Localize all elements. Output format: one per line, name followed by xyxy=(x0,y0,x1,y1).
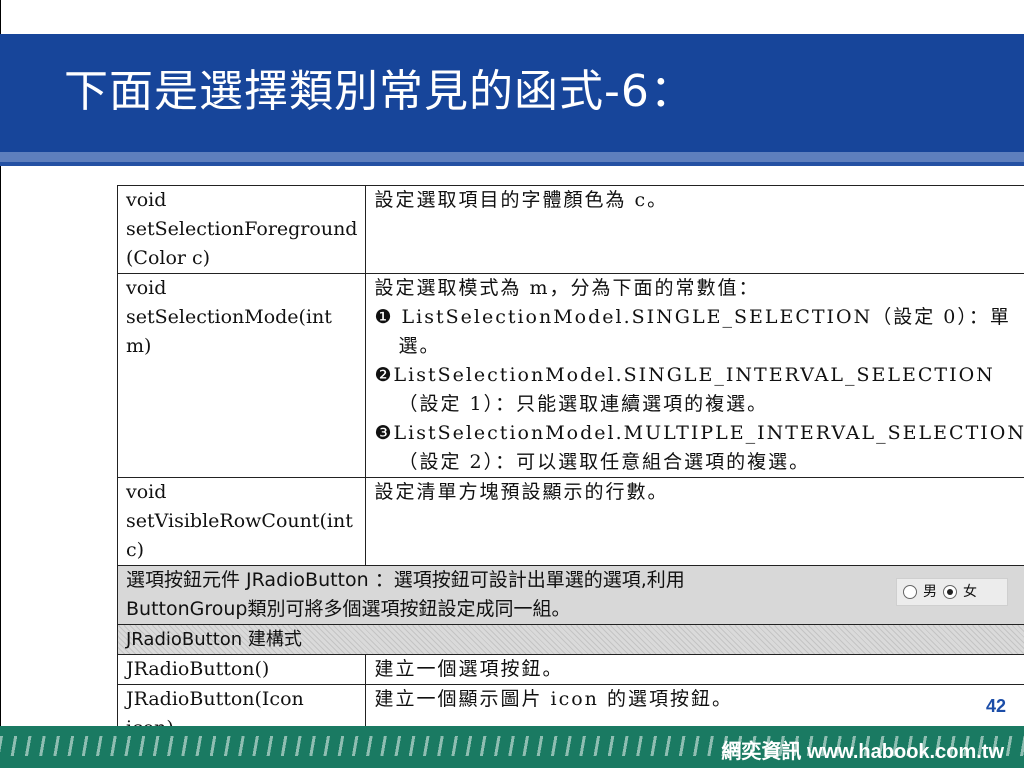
radio-female-icon[interactable] xyxy=(942,585,957,599)
table-row: void setVisibleRowCount(int c) 設定清單方塊預設顯… xyxy=(116,477,1024,566)
method-cell: void setSelectionForeground (Color c) xyxy=(116,185,367,274)
footer-banner: 網奕資訊 www.habook.com.tw xyxy=(0,726,1024,768)
constructor-desc: 建立一個選項按鈕。 xyxy=(365,654,1024,685)
desc-intro: 設定選取模式為 m，分為下面的常數值： xyxy=(374,277,760,299)
list-item: ❸ListSelectionModel.MULTIPLE_INTERVAL_SE… xyxy=(374,422,1024,473)
radio-section-row: 選項按鈕元件 JRadioButton ：選項按鈕可設計出單選的選項,利用 Bu… xyxy=(117,565,1024,625)
method-cell: void setVisibleRowCount(int c) xyxy=(116,477,367,566)
method-cell: void setSelectionMode(int m) xyxy=(116,273,367,478)
desc-cell: 設定清單方塊預設顯示的行數。 xyxy=(365,477,1024,566)
radio-female-label: 女 xyxy=(962,583,977,600)
radio-section-text: 選項按鈕元件 JRadioButton ：選項按鈕可設計出單選的選項,利用 Bu… xyxy=(126,569,685,620)
table-row: JRadioButton() 建立一個選項按鈕。 xyxy=(116,654,1024,685)
desc-cell: 設定選取模式為 m，分為下面的常數值： ❶ ListSelectionModel… xyxy=(365,273,1024,478)
constructor-header-row: JRadioButton 建構式 xyxy=(117,624,1024,655)
radio-male-icon[interactable] xyxy=(902,585,917,599)
radio-section-cell: 選項按鈕元件 JRadioButton ：選項按鈕可設計出單選的選項,利用 Bu… xyxy=(117,565,1024,625)
page-number: 42 xyxy=(985,696,1006,716)
table-row: void setSelectionMode(int m) 設定選取模式為 m，分… xyxy=(116,273,1024,478)
constructor-header: JRadioButton 建構式 xyxy=(117,624,1024,655)
list-item: ❷ListSelectionModel.SINGLE_INTERVAL_SELE… xyxy=(374,364,995,415)
list-item: ❶ ListSelectionModel.SINGLE_SELECTION（設定… xyxy=(374,306,1011,357)
desc-cell: 設定選取項目的字體顏色為 c。 xyxy=(365,185,1024,274)
radio-male-label: 男 xyxy=(922,583,937,600)
page-title: 下面是選擇類別常見的函式-6： xyxy=(64,66,695,117)
radio-demo: 男 女 xyxy=(895,578,1008,606)
footer-brand: 網奕資訊 www.habook.com.tw xyxy=(721,741,1004,763)
constructor-signature: JRadioButton() xyxy=(116,654,367,685)
title-stripe xyxy=(0,152,1024,162)
api-table: void setSelectionForeground (Color c) 設定… xyxy=(116,185,1024,744)
table-row: void setSelectionForeground (Color c) 設定… xyxy=(116,185,1024,274)
title-stripe-dark xyxy=(0,162,1024,166)
